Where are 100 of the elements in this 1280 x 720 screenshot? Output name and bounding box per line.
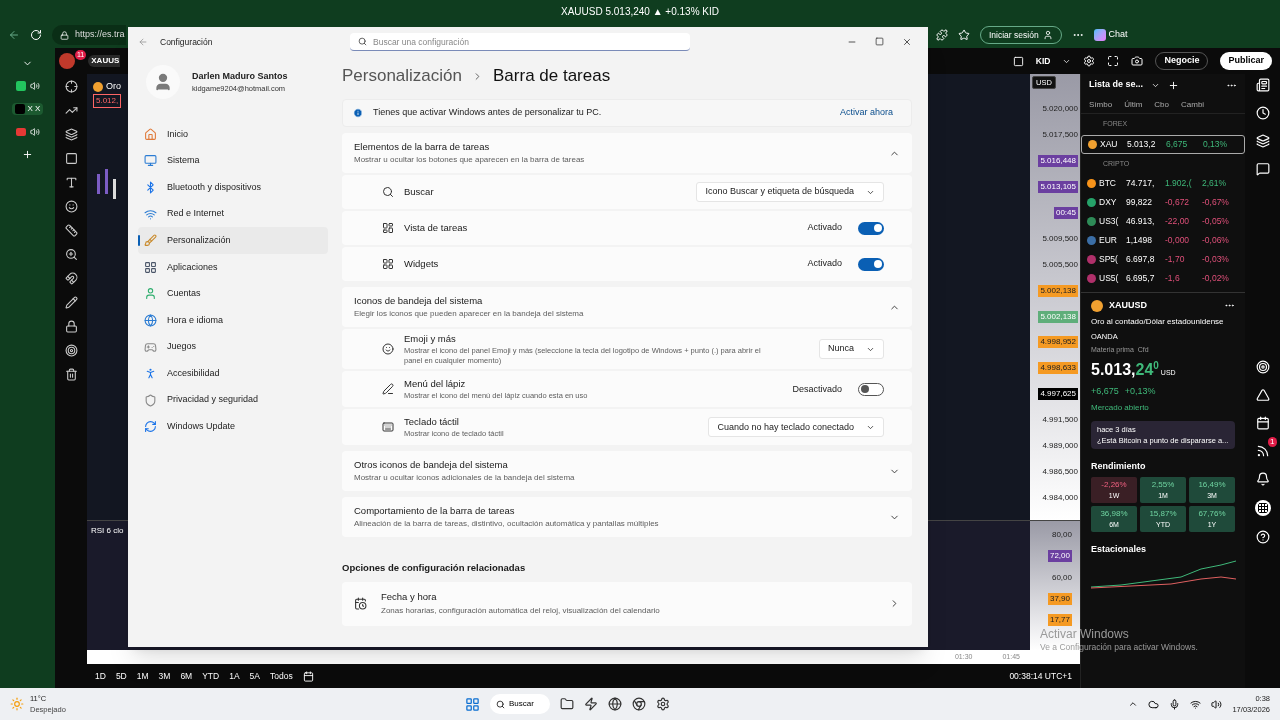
column-header[interactable]: Cbo xyxy=(1154,98,1170,111)
section-header[interactable]: Iconos de bandeja del sistema Elegir los iconos que pueden aparecer en la bandeja del sistema xyxy=(342,287,912,327)
dropdown[interactable]: Cuando no hay teclado conectado xyxy=(708,417,884,438)
related-link[interactable]: Fecha y hora Zonas horarias, configuración automática del reloj, visualización del calendario xyxy=(342,581,912,626)
column-header[interactable]: Cambi xyxy=(1181,98,1205,111)
watchlist-row[interactable]: US3( 46.913, -22,00 -0,05% xyxy=(1081,212,1245,231)
rectangle-icon[interactable] xyxy=(64,152,78,165)
watchlist-row[interactable]: DXY 99,822 -0,672 -0,67% xyxy=(1081,193,1245,212)
timeframe-button[interactable]: 1D xyxy=(95,669,106,683)
tab-item[interactable] xyxy=(15,127,40,137)
zoom-icon[interactable] xyxy=(64,248,78,261)
camera-icon[interactable] xyxy=(1131,55,1144,67)
section-header[interactable]: Otros iconos de bandeja del sistema Mostrar u ocultar iconos adicionales de la bandeja del sistema xyxy=(342,451,912,492)
section-header[interactable]: Elementos de la barra de tareas Mostrar u ocultar los botones que aparecen en la barra de tareas xyxy=(342,133,912,173)
toggle-switch[interactable] xyxy=(858,382,884,396)
maximize-icon[interactable] xyxy=(875,37,884,46)
timeframe-button[interactable]: Todos xyxy=(270,669,293,683)
chat-icon[interactable] xyxy=(1255,162,1270,176)
column-header[interactable]: Últim xyxy=(1124,98,1143,111)
section-header[interactable]: Comportamiento de la barra de tareas Alineación de la barra de tareas, distintivo, ocultación automática y pantallas múltiples xyxy=(342,497,912,538)
apps-grid-icon[interactable] xyxy=(1254,500,1271,516)
layout-icon[interactable] xyxy=(1012,55,1024,67)
toggle-switch[interactable] xyxy=(858,221,884,235)
user-avatar[interactable] xyxy=(59,53,75,69)
browser-icon[interactable] xyxy=(632,697,646,711)
timeframe-button[interactable]: 3M xyxy=(158,669,171,683)
lightning-icon[interactable] xyxy=(584,697,598,711)
add-icon[interactable] xyxy=(1168,79,1180,91)
watchlist-title[interactable]: Lista de se... xyxy=(1089,78,1144,92)
account-selector[interactable]: KID xyxy=(1035,54,1051,68)
tab-item[interactable] xyxy=(15,81,40,91)
timeframe-button[interactable]: YTD xyxy=(202,669,220,683)
toggle-switch[interactable] xyxy=(858,257,884,271)
volume-icon[interactable] xyxy=(1211,698,1223,710)
start-icon[interactable] xyxy=(465,696,480,712)
timeframe-button[interactable]: 5A xyxy=(249,669,260,683)
help-icon[interactable] xyxy=(1255,530,1270,544)
layers-icon[interactable] xyxy=(64,128,78,141)
publish-button[interactable]: Publicar xyxy=(1220,52,1272,70)
nav-item[interactable]: Red e Internet xyxy=(138,200,328,228)
nav-item[interactable]: Windows Update xyxy=(138,413,328,441)
lock-icon[interactable] xyxy=(64,320,78,333)
watchlist-row[interactable]: US5( 6.695,7 -1,6 -0,02% xyxy=(1081,269,1245,288)
dropdown[interactable]: Nunca xyxy=(819,339,884,360)
alarm-clock-icon[interactable] xyxy=(1255,106,1270,120)
ruler-icon[interactable] xyxy=(64,224,78,237)
watchlist-row[interactable]: BTC 74.717, 1.902,( 2,61% xyxy=(1081,174,1245,193)
pencil-icon[interactable] xyxy=(64,296,78,309)
back-icon[interactable] xyxy=(8,29,20,41)
nav-item[interactable]: Aplicaciones xyxy=(138,253,328,281)
mic-icon[interactable] xyxy=(1169,698,1181,710)
close-icon[interactable] xyxy=(902,37,912,47)
nav-item[interactable]: Sistema xyxy=(138,147,328,175)
dropdown[interactable]: Icono Buscar y etiqueta de búsqueda xyxy=(696,182,884,202)
activate-link[interactable]: Activar ahora xyxy=(839,106,901,120)
nav-item[interactable]: Personalización xyxy=(138,227,328,254)
watchlist-row[interactable]: SP5( 6.697,8 -1,70 -0,03% xyxy=(1081,250,1245,269)
timeframe-button[interactable]: 6M xyxy=(180,669,193,683)
new-tab-icon[interactable] xyxy=(22,149,33,160)
layers-icon[interactable] xyxy=(1255,134,1270,148)
timeframe-button[interactable]: 1M xyxy=(136,669,149,683)
target-icon[interactable] xyxy=(1255,360,1270,374)
crosshair-icon[interactable] xyxy=(64,80,78,93)
trend-line-icon[interactable] xyxy=(64,104,78,117)
feed-icon[interactable] xyxy=(1255,444,1270,458)
avatar[interactable] xyxy=(146,65,180,99)
nav-item[interactable]: Privacidad y seguridad xyxy=(138,386,328,414)
chat-button[interactable]: Chat xyxy=(1093,28,1128,42)
calendar-icon[interactable] xyxy=(302,670,314,682)
watchlist-icon[interactable] xyxy=(1255,78,1270,92)
nav-item[interactable]: Cuentas xyxy=(138,280,328,308)
nav-item[interactable]: Accesibilidad xyxy=(138,360,328,387)
nav-item[interactable]: Inicio xyxy=(138,121,328,148)
bell-icon[interactable] xyxy=(1255,472,1270,486)
taskbar-search[interactable]: Buscar xyxy=(490,694,550,714)
extension-icon[interactable] xyxy=(936,29,948,41)
breadcrumb-link[interactable]: Personalización xyxy=(342,63,462,89)
tab-item[interactable]: X X xyxy=(11,103,44,115)
wifi-icon[interactable] xyxy=(1190,698,1202,710)
watchlist-row[interactable]: XAU 5.013,2 6,675 0,13% xyxy=(1081,134,1245,154)
column-header[interactable]: Símbo xyxy=(1089,98,1113,111)
symbol-search[interactable]: XAUUS xyxy=(88,55,121,67)
calendar-icon[interactable] xyxy=(1255,416,1270,430)
favorites-icon[interactable] xyxy=(958,29,970,41)
nav-item[interactable]: Bluetooth y dispositivos xyxy=(138,174,328,201)
cloud-icon[interactable] xyxy=(1148,698,1160,710)
emoji-icon[interactable] xyxy=(64,200,78,213)
triangle-icon[interactable] xyxy=(1255,388,1270,402)
folder-icon[interactable] xyxy=(560,697,574,711)
nav-item[interactable]: Hora e idioma xyxy=(138,307,328,334)
settings-icon[interactable] xyxy=(656,697,670,711)
text-tool-icon[interactable] xyxy=(64,176,78,189)
nav-item[interactable]: Juegos xyxy=(138,333,328,361)
trash-icon[interactable] xyxy=(64,368,78,381)
timeframe-button[interactable]: 1A xyxy=(229,669,240,683)
address-bar[interactable]: https://es.tra xyxy=(52,25,126,45)
timeframe-button[interactable]: 5D xyxy=(115,669,127,683)
magnet-icon[interactable] xyxy=(64,272,78,285)
watchlist-row[interactable]: EUR 1,1498 -0,000 -0,06% xyxy=(1081,231,1245,250)
fullscreen-icon[interactable] xyxy=(1107,55,1120,67)
